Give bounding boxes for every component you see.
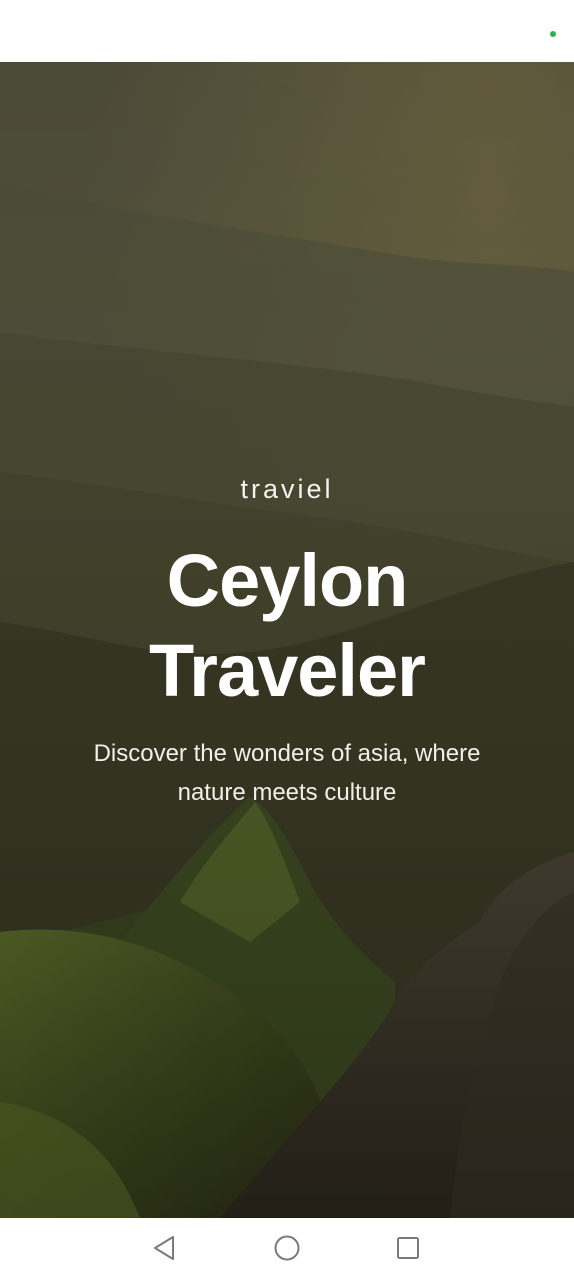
back-button[interactable] [144, 1230, 184, 1266]
brand-name: traviel [240, 474, 334, 504]
hero-section: traviel Ceylon Traveler Discover the won… [0, 62, 574, 1218]
triangle-back-icon [154, 1236, 174, 1260]
status-bar [0, 0, 574, 62]
title-line-2: Traveler [149, 629, 426, 712]
app-title: Ceylon Traveler [0, 536, 574, 716]
square-recents-icon [397, 1237, 419, 1259]
recents-button[interactable] [388, 1230, 428, 1266]
system-navigation-bar [0, 1218, 574, 1280]
title-line-1: Ceylon [166, 539, 409, 622]
home-button[interactable] [267, 1230, 307, 1266]
notification-dot-icon [550, 31, 556, 37]
circle-home-icon [274, 1235, 300, 1261]
tagline: Discover the wonders of asia, where natu… [93, 740, 481, 806]
